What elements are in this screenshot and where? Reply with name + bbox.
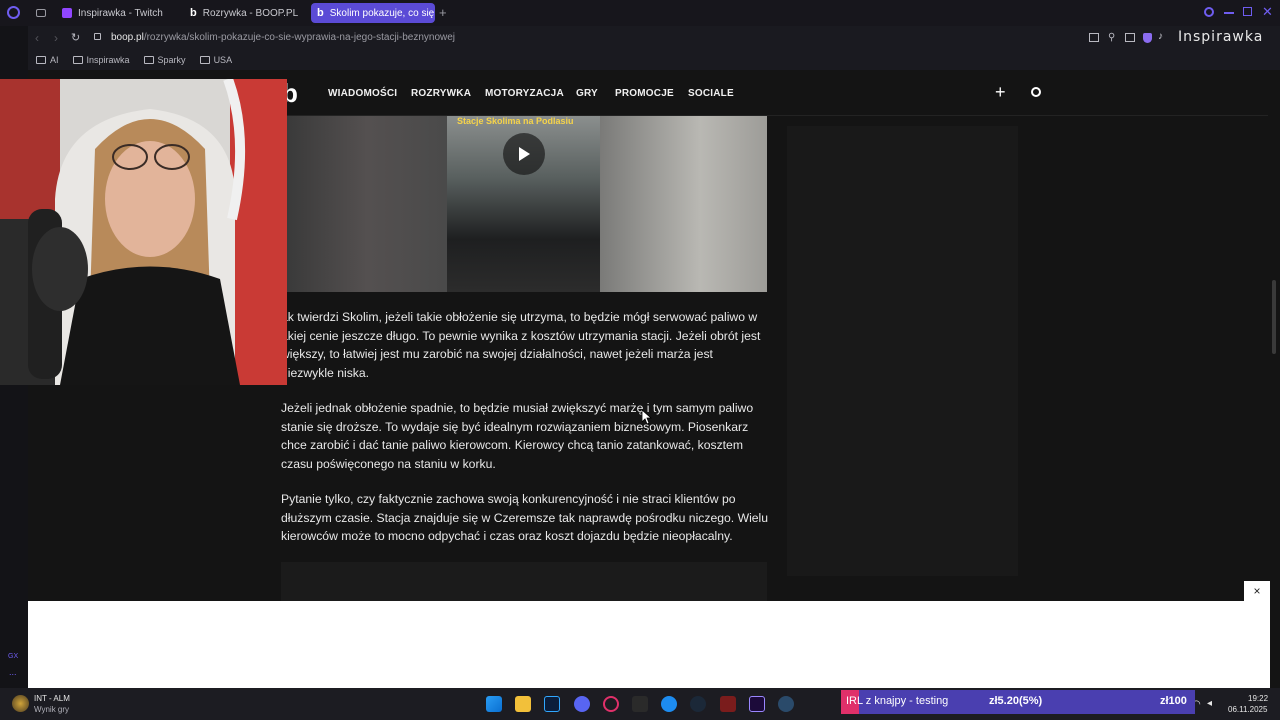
play-button[interactable]: [503, 133, 545, 175]
nav-promocje[interactable]: PROMOCJE: [615, 88, 674, 99]
game-widget-subtitle: Wynik gry: [34, 705, 70, 714]
tab-twitch[interactable]: Inspirawka - Twitch: [56, 3, 176, 23]
bookmark-label: Sparky: [157, 55, 186, 65]
webcam-overlay: [0, 79, 287, 385]
app-blue-icon[interactable]: [661, 696, 677, 712]
sidebar-ad-placeholder: [787, 126, 1018, 576]
bookmark-folder-ai[interactable]: AI: [36, 55, 59, 65]
nav-wiadomosci[interactable]: WIADOMOŚCI: [328, 88, 397, 99]
folder-icon: [36, 56, 46, 64]
app-red-icon[interactable]: [720, 696, 736, 712]
url-field[interactable]: boop.pl/rozrywka/skolim-pokazuje-co-sie-…: [111, 32, 455, 43]
plus-icon[interactable]: +: [995, 82, 1006, 103]
page-scrollbar[interactable]: [1272, 280, 1276, 354]
epic-games-icon[interactable]: [632, 696, 648, 712]
bookmark-folder-inspirawka[interactable]: Inspirawka: [72, 55, 130, 65]
tab-skolim-article[interactable]: b Skolim pokazuje, co się »: [311, 3, 435, 23]
clock-date: 06.11.2025: [1228, 705, 1268, 714]
play-icon: [519, 147, 530, 161]
boop-icon: b: [190, 7, 197, 19]
goal-title: IRL z knajpy - testing: [846, 695, 949, 707]
nav-motoryzacja[interactable]: MOTORYZACJA: [485, 88, 564, 99]
game-widget-icon[interactable]: [12, 695, 29, 712]
opera-menu-icon[interactable]: [7, 6, 20, 19]
tab-boop-rozrywka[interactable]: b Rozrywka - BOOP.PL: [184, 3, 304, 23]
goal-target: zł100: [1160, 695, 1187, 707]
video-caption: Stacje Skolima na Podlasiu: [457, 116, 574, 126]
volume-icon[interactable]: ◂: [1207, 698, 1212, 709]
lock-icon: [94, 33, 101, 40]
split-view-icon[interactable]: [1089, 33, 1099, 42]
nav-gry[interactable]: GRY: [576, 88, 598, 99]
reload-icon[interactable]: ↻: [71, 31, 80, 44]
below-article-block: [281, 562, 767, 602]
url-path: /rozrywka/skolim-pokazuje-co-sie-wyprawi…: [143, 32, 456, 43]
opera-gx-icon[interactable]: [603, 696, 619, 712]
vpn-shield-icon[interactable]: [1143, 33, 1152, 43]
webcam-scene: [0, 79, 287, 385]
nav-sociale[interactable]: SOCIALE: [688, 88, 734, 99]
address-bar-row: ‹ › ↻ boop.pl/rozrywka/skolim-pokazuje-c…: [0, 26, 1280, 50]
tab-label: Skolim pokazuje, co się »: [329, 7, 435, 19]
photoshop-icon[interactable]: [544, 696, 560, 712]
bookmark-label: AI: [50, 55, 59, 65]
tab-label: Inspirawka - Twitch: [78, 7, 163, 19]
tab-overview-icon[interactable]: [36, 9, 46, 17]
tiktok-icon[interactable]: ♪: [1158, 31, 1163, 42]
bookmark-label: USA: [213, 55, 233, 65]
clock-time: 19:22: [1248, 694, 1269, 703]
discord-icon[interactable]: [574, 696, 590, 712]
file-explorer-icon[interactable]: [515, 696, 531, 712]
url-domain: boop.pl: [111, 32, 144, 43]
twitch-icon: [62, 8, 72, 18]
bookmark-folder-usa[interactable]: USA: [199, 55, 233, 65]
minimize-icon[interactable]: [1224, 12, 1234, 14]
steam-alt-icon[interactable]: [778, 696, 794, 712]
bookmarks-bar: AI Inspirawka Sparky USA: [0, 50, 1280, 70]
close-window-icon[interactable]: ✕: [1262, 4, 1273, 20]
nav-rozrywka[interactable]: ROZRYWKA: [411, 88, 471, 99]
article-paragraph-3: Pytanie tylko, czy faktycznie zachowa sw…: [281, 492, 769, 544]
folder-icon: [72, 56, 83, 64]
video-embed[interactable]: Stacje Skolima na Podlasiu: [287, 116, 767, 292]
bookmark-label: Inspirawka: [86, 55, 130, 65]
new-tab-button[interactable]: +: [439, 5, 447, 20]
back-icon[interactable]: ‹: [35, 31, 39, 45]
windows-start-icon[interactable]: [486, 696, 502, 712]
snapshot-icon[interactable]: [1125, 33, 1135, 42]
sidebar-gx-label[interactable]: GX: [8, 653, 18, 660]
boop-icon: b: [317, 7, 324, 19]
steam-icon[interactable]: [690, 696, 706, 712]
mouse-cursor-icon: [642, 410, 652, 424]
video-frame-left: [287, 116, 447, 292]
browser-tab-bar: Inspirawka - Twitch b Rozrywka - BOOP.PL…: [0, 0, 1280, 26]
article-paragraph-2: Jeżeli jednak obłożenie spadnie, to będz…: [281, 401, 754, 472]
stream-goal-bar: IRL z knajpy - testing zł5.20(5%) zł100: [841, 690, 1195, 714]
forward-icon[interactable]: ›: [54, 31, 58, 45]
folder-icon: [199, 56, 210, 64]
stream-watermark: Inspirawka: [1178, 29, 1264, 45]
article-paragraph-1: ak twierdzi Skolim, jeżeli takie obłożen…: [281, 310, 761, 381]
maximize-icon[interactable]: [1243, 7, 1252, 16]
sidebar-more-icon[interactable]: ...: [9, 667, 17, 677]
ad-banner[interactable]: [28, 601, 1270, 688]
search-icon[interactable]: [1031, 87, 1041, 97]
goal-amount: zł5.20(5%): [989, 695, 1043, 707]
folder-icon: [143, 56, 154, 64]
search-tabs-icon[interactable]: [1204, 7, 1214, 17]
video-frame-right: [600, 116, 767, 292]
pin-icon[interactable]: ⚲: [1108, 32, 1115, 43]
game-widget-title: INT - ALM: [34, 694, 70, 703]
premiere-icon[interactable]: [749, 696, 765, 712]
bookmark-folder-sparky[interactable]: Sparky: [143, 55, 186, 65]
ad-close-button[interactable]: ×: [1244, 581, 1270, 601]
tab-label: Rozrywka - BOOP.PL: [202, 7, 299, 19]
